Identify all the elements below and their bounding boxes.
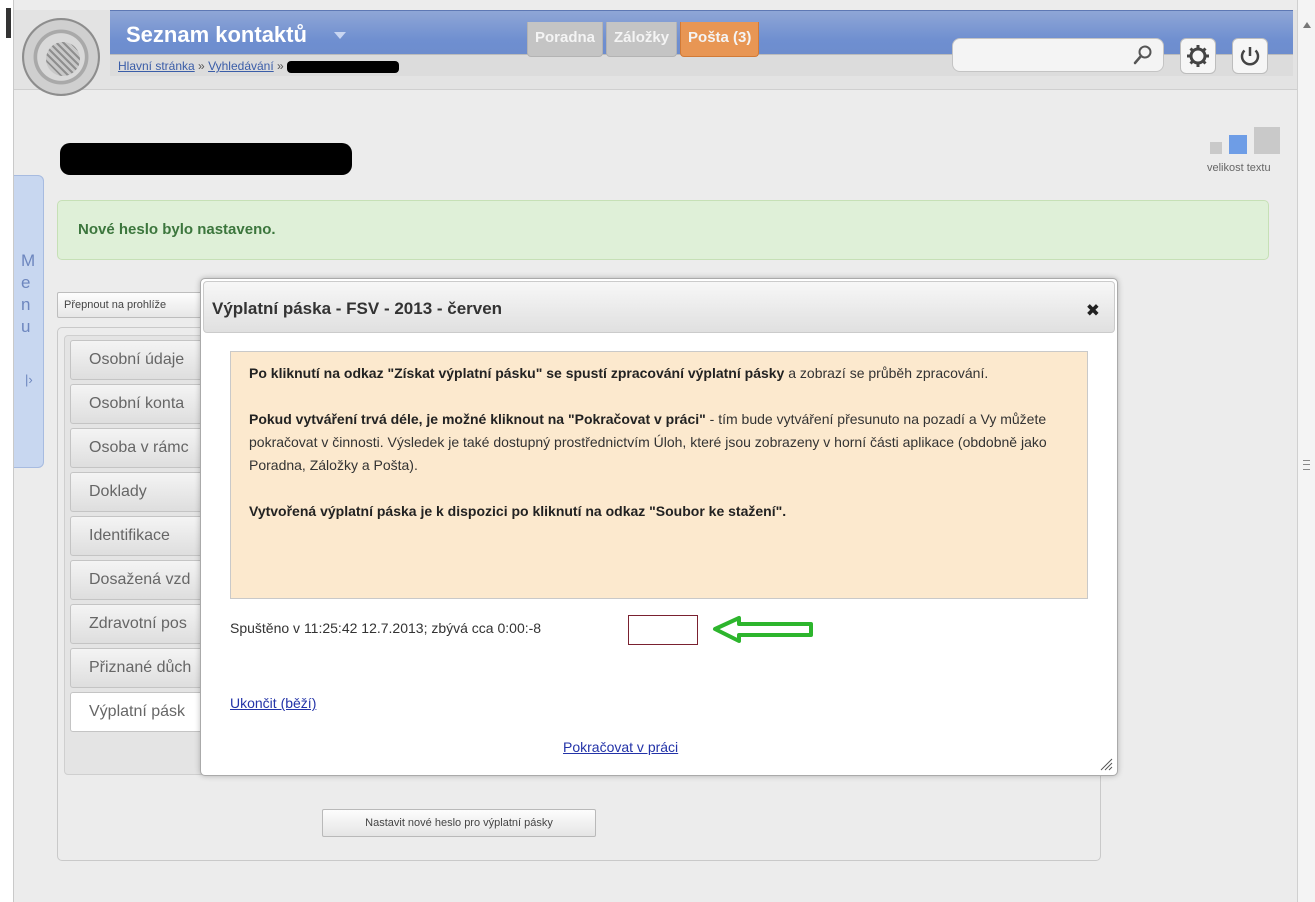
search-input[interactable] (961, 45, 1111, 65)
status-text: Spuštěno v 11:25:42 12.7.2013; zbývá cca… (230, 620, 542, 636)
progress-indicator (628, 615, 698, 645)
settings-button[interactable] (1180, 38, 1216, 74)
app-title[interactable]: Seznam kontaktů (126, 22, 307, 48)
power-icon (1240, 47, 1260, 66)
window-edge-mark (6, 8, 11, 38)
pin-icon[interactable]: |› (25, 372, 33, 387)
continue-link[interactable]: Pokračovat v práci (563, 739, 678, 755)
search-icon (1133, 45, 1152, 65)
window-left-edge (0, 0, 14, 902)
menu-letter: u (21, 317, 31, 336)
logout-button[interactable] (1232, 38, 1268, 74)
breadcrumb-home-link[interactable]: Hlavní stránka (118, 59, 195, 73)
gear-icon (1187, 45, 1209, 67)
app-header: Seznam kontaktů Hlavní stránka » Vyhledá… (14, 10, 1297, 96)
set-payslip-password-button[interactable]: Nastavit nové heslo pro výplatní pásky (322, 809, 596, 837)
search-button[interactable] (1131, 44, 1155, 68)
menu-letter: e (21, 273, 31, 292)
seal-center (46, 42, 80, 76)
info-bold-text: Po kliknutí na odkaz "Získat výplatní pá… (249, 365, 785, 381)
text-size-label: velikost textu (1207, 162, 1271, 174)
success-alert: Nové heslo bylo nastaveno. (57, 200, 1269, 260)
menu-letter: M (21, 251, 36, 270)
info-paragraph: Vytvořená výplatní páska je k dispozici … (249, 500, 1069, 523)
search-box (952, 38, 1164, 72)
alert-message: Nové heslo bylo nastaveno. (78, 221, 276, 238)
chevron-down-icon[interactable] (334, 32, 346, 39)
scrollbar[interactable] (1297, 0, 1315, 902)
scroll-up-arrow-icon[interactable] (1303, 22, 1311, 28)
resize-handle-icon[interactable] (1099, 757, 1113, 771)
info-bold-text: Pokud vytváření trvá déle, je možné klik… (249, 411, 706, 427)
menu-letter: n (21, 295, 31, 314)
university-seal-logo[interactable] (22, 18, 100, 96)
switch-view-button[interactable]: Přepnout na prohlíže (57, 292, 217, 318)
stop-link[interactable]: Ukončit (běží) (230, 695, 316, 711)
dialog-header[interactable]: Výplatní páska - FSV - 2013 - červen ✖ (203, 281, 1115, 333)
arrow-left-icon (713, 616, 813, 643)
info-text: a zobrazí se průběh zpracování. (784, 365, 989, 381)
payslip-dialog: Výplatní páska - FSV - 2013 - červen ✖ P… (200, 278, 1118, 776)
side-menu-label: M e n u (21, 250, 35, 338)
redacted-breadcrumb (287, 60, 400, 73)
dialog-title: Výplatní páska - FSV - 2013 - červen (212, 299, 503, 318)
tab-zalozky[interactable]: Záložky (606, 22, 678, 57)
info-paragraph: Pokud vytváření trvá déle, je možné klik… (249, 408, 1069, 477)
redacted-page-title (60, 143, 352, 175)
tab-posta[interactable]: Pošta (3) (680, 22, 760, 57)
text-size-medium[interactable] (1229, 135, 1247, 154)
breadcrumb-search-link[interactable]: Vyhledávání (208, 59, 274, 73)
info-paragraph: Po kliknutí na odkaz "Získat výplatní pá… (249, 362, 1069, 385)
text-size-large[interactable] (1254, 127, 1280, 154)
breadcrumb-separator: » (277, 59, 284, 73)
breadcrumb: Hlavní stránka » Vyhledávání » (118, 59, 400, 73)
info-bold-text: Vytvořená výplatní páska je k dispozici … (249, 503, 787, 519)
header-tabs: Poradna Záložky Pošta (3) (527, 22, 760, 57)
text-size-small[interactable] (1210, 142, 1222, 154)
tab-poradna[interactable]: Poradna (527, 22, 604, 57)
info-box: Po kliknutí na odkaz "Získat výplatní pá… (230, 351, 1088, 599)
side-menu-toggle[interactable]: M e n u |› (14, 175, 44, 468)
close-icon[interactable]: ✖ (1086, 301, 1100, 321)
scroll-grip-icon[interactable] (1303, 460, 1310, 470)
breadcrumb-separator: » (198, 59, 205, 73)
